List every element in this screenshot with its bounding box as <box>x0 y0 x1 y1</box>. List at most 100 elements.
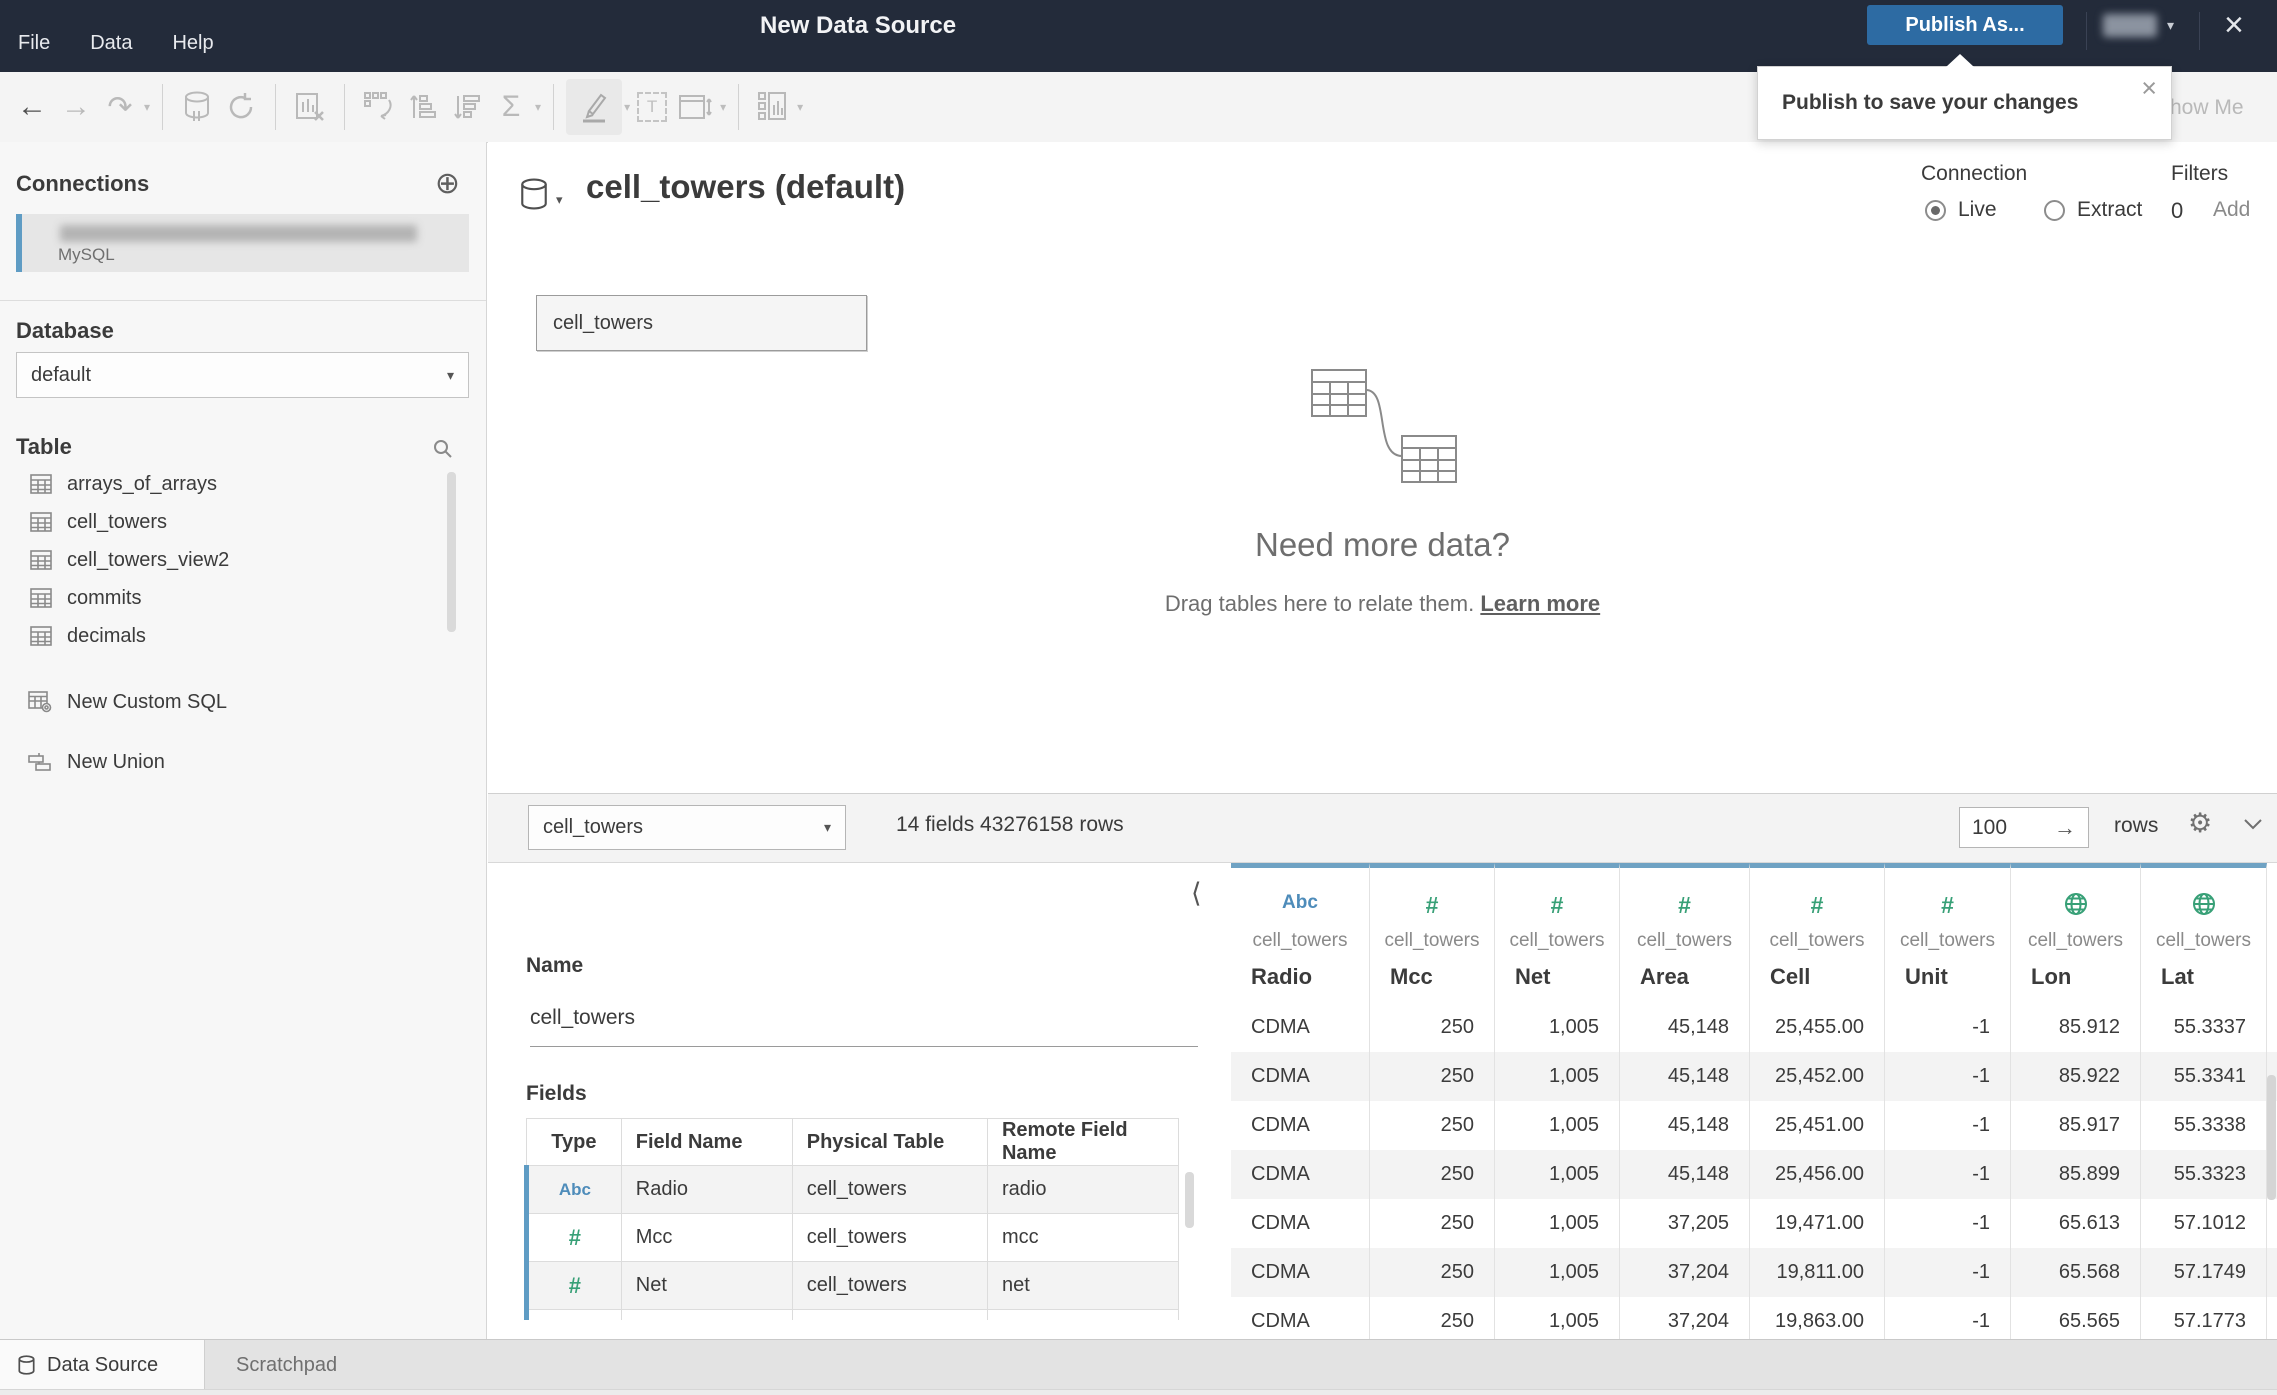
cell: 1,005 <box>1495 1248 1620 1297</box>
search-icon[interactable] <box>432 438 454 460</box>
fit-icon[interactable] <box>674 81 718 133</box>
sort-descending-icon[interactable] <box>445 81 489 133</box>
table-item-cell-towers[interactable]: cell_towers <box>0 503 486 541</box>
add-connection-icon[interactable]: ⊕ <box>435 166 460 201</box>
fields-table: Type Field Name Physical Table Remote Fi… <box>524 1118 1180 1320</box>
datasource-cylinder-icon[interactable] <box>519 178 549 210</box>
type-number-icon: # <box>1678 892 1691 918</box>
fields-row[interactable]: # Net cell_towers net <box>524 1261 1180 1310</box>
grid-row[interactable]: CDMA 250 1,005 37,204 19,863.00 -1 65.56… <box>1231 1297 2277 1339</box>
filters-add-link[interactable]: Add <box>2213 198 2250 222</box>
cell: 45,148 <box>1620 1003 1750 1052</box>
grid-vertical-scrollbar[interactable] <box>2267 1075 2276 1200</box>
relationship-canvas[interactable]: ▾ cell_towers (default) Connection Live … <box>488 142 2277 793</box>
totals-icon[interactable]: Σ <box>489 81 533 133</box>
cell: 1,005 <box>1495 1052 1620 1101</box>
grid-column-unit[interactable]: # cell_towers Unit <box>1885 863 2011 1003</box>
grid-column-mcc[interactable]: # cell_towers Mcc <box>1370 863 1495 1003</box>
datasource-icon[interactable] <box>175 81 219 133</box>
menu-data[interactable]: Data <box>90 32 132 55</box>
name-input[interactable]: cell_towers <box>530 1006 1198 1047</box>
cell: 37,204 <box>1620 1297 1750 1339</box>
menu-file[interactable]: File <box>18 32 50 55</box>
replay-icon[interactable]: ↷ <box>98 81 142 133</box>
swap-rows-columns-icon[interactable] <box>357 81 401 133</box>
type-number-icon: # <box>1550 892 1564 918</box>
table-item-label: commits <box>67 586 142 609</box>
grid-column-lon[interactable]: cell_towers Lon <box>2011 863 2141 1003</box>
learn-more-link[interactable]: Learn more <box>1480 591 1600 616</box>
table-item-arrays-of-arrays[interactable]: arrays_of_arrays <box>0 465 486 503</box>
collapse-panel-icon[interactable]: ⟨ <box>1191 878 1202 909</box>
datasource-caret-icon[interactable]: ▾ <box>556 192 563 208</box>
connection-name-redacted <box>60 225 417 242</box>
table-list-scrollbar[interactable] <box>447 472 456 632</box>
grid-row[interactable]: CDMA 250 1,005 45,148 25,455.00 -1 85.91… <box>1231 1003 2277 1052</box>
extract-radio[interactable] <box>2044 199 2065 221</box>
grid-column-radio[interactable]: Abc cell_towers Radio <box>1231 863 1370 1003</box>
fit-caret-icon[interactable]: ▾ <box>720 100 726 114</box>
tooltip-close-icon[interactable]: × <box>2141 73 2157 104</box>
totals-caret-icon[interactable]: ▾ <box>535 100 541 114</box>
publish-as-button[interactable]: Publish As... <box>1867 5 2063 45</box>
table-item-decimals[interactable]: decimals <box>0 617 486 655</box>
cell: 85.922 <box>2011 1052 2141 1101</box>
grid-row[interactable]: CDMA 250 1,005 37,204 19,811.00 -1 65.56… <box>1231 1248 2277 1297</box>
grid-column-area[interactable]: # cell_towers Area <box>1620 863 1750 1003</box>
globe-icon <box>2192 892 2216 916</box>
fields-row[interactable]: # Mcc cell_towers mcc <box>524 1213 1180 1262</box>
connection-type-label: MySQL <box>58 245 115 264</box>
column-name-label: Net <box>1515 964 1551 989</box>
new-custom-sql[interactable]: New Custom SQL <box>0 682 486 722</box>
cell: CDMA <box>1231 1199 1370 1248</box>
toolbar-divider <box>275 84 277 130</box>
database-select[interactable]: default ▾ <box>16 352 469 398</box>
grid-row[interactable]: CDMA 250 1,005 45,148 25,452.00 -1 85.92… <box>1231 1052 2277 1101</box>
name-label: Name <box>526 954 584 977</box>
tab-scratchpad[interactable]: Scratchpad <box>216 1340 357 1390</box>
grid-row[interactable]: CDMA 250 1,005 45,148 25,451.00 -1 85.91… <box>1231 1101 2277 1150</box>
grid-row[interactable]: CDMA 250 1,005 45,148 25,456.00 -1 85.89… <box>1231 1150 2277 1199</box>
user-menu[interactable]: ▾ <box>2103 14 2174 37</box>
refresh-icon[interactable] <box>219 81 263 133</box>
tab-data-source[interactable]: Data Source <box>0 1340 205 1390</box>
grid-row[interactable]: CDMA 250 1,005 37,205 19,471.00 -1 65.61… <box>1231 1199 2277 1248</box>
close-window-icon[interactable]: × <box>2224 8 2244 42</box>
cell: 1,005 <box>1495 1101 1620 1150</box>
table-dropdown[interactable]: cell_towers ▾ <box>528 805 846 850</box>
table-item-commits[interactable]: commits <box>0 579 486 617</box>
menu-help[interactable]: Help <box>172 32 213 55</box>
cell: CDMA <box>1231 1003 1370 1052</box>
clear-sheet-icon[interactable] <box>288 81 332 133</box>
grid-column-lat[interactable]: cell_towers Lat <box>2141 863 2267 1003</box>
remote-field-cell: mcc <box>986 1213 1180 1262</box>
connection-item[interactable]: MySQL <box>16 214 469 272</box>
fields-row[interactable]: Abc Radio cell_towers radio <box>524 1165 1180 1214</box>
row-count-input[interactable]: 100 → <box>1959 807 2089 848</box>
highlight-icon[interactable] <box>566 79 623 135</box>
new-union[interactable]: New Union <box>0 742 486 782</box>
cell: -1 <box>1885 1248 2011 1297</box>
fields-table-scrollbar[interactable] <box>1185 1172 1194 1228</box>
empty-state-text: Drag tables here to relate them. Learn m… <box>488 591 2277 617</box>
chevron-down-icon: ▾ <box>823 819 831 835</box>
grid-column-cell[interactable]: # cell_towers Cell <box>1750 863 1885 1003</box>
cell: 1,005 <box>1495 1199 1620 1248</box>
gear-icon[interactable]: ⚙ <box>2188 808 2212 839</box>
table-item-cell-towers-view2[interactable]: cell_towers_view2 <box>0 541 486 579</box>
cell: CDMA <box>1231 1101 1370 1150</box>
show-me-icon[interactable] <box>751 81 795 133</box>
collapse-preview-icon[interactable] <box>2243 818 2263 830</box>
text-tool-icon[interactable]: T <box>630 81 674 133</box>
grid-column-net[interactable]: # cell_towers Net <box>1495 863 1620 1003</box>
cell: 45,148 <box>1620 1052 1750 1101</box>
redo-icon[interactable]: → <box>54 81 98 133</box>
sort-ascending-icon[interactable] <box>401 81 445 133</box>
show-me-caret-icon[interactable]: ▾ <box>797 100 803 114</box>
table-node-cell-towers[interactable]: cell_towers <box>536 295 867 351</box>
apply-rows-arrow-icon[interactable]: → <box>2054 815 2076 841</box>
live-radio[interactable] <box>1925 199 1946 221</box>
replay-caret-icon[interactable]: ▾ <box>144 100 150 114</box>
undo-icon[interactable]: ← <box>10 81 54 133</box>
fields-row-partial[interactable] <box>524 1309 1180 1320</box>
